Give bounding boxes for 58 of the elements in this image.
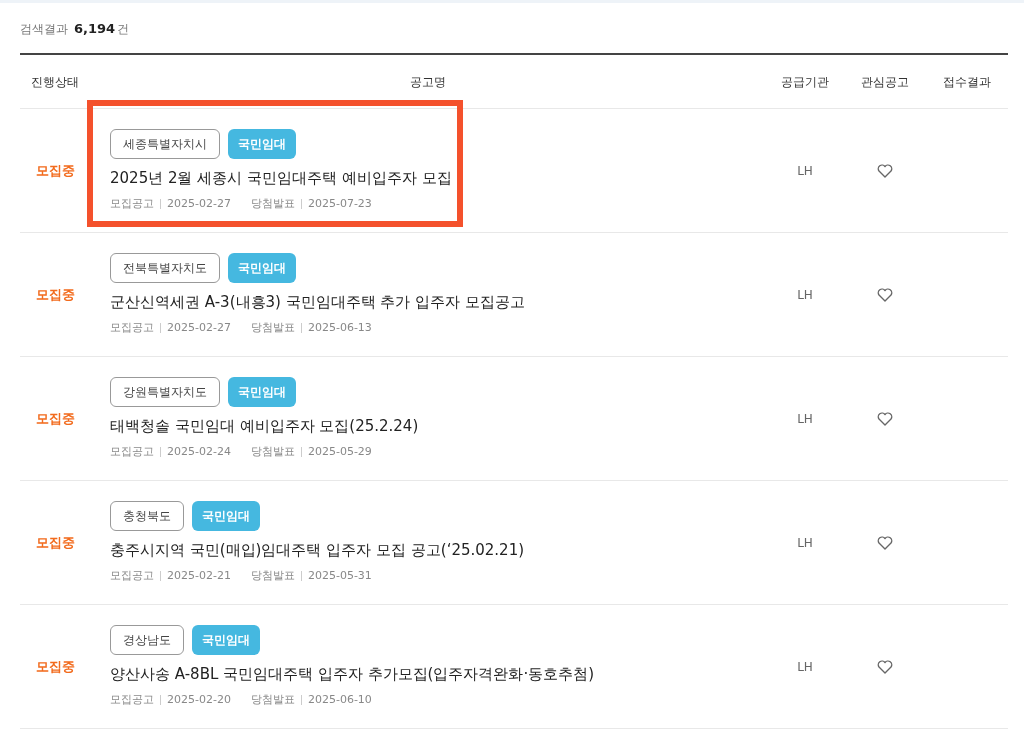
meta-label: 모집공고 <box>110 195 154 212</box>
column-header: 공고명 <box>409 73 446 91</box>
notice-title-link[interactable]: 태백청솔 국민임대 예비입주자 모집(25.2.24) <box>110 415 419 438</box>
meta-label: 모집공고 <box>110 443 154 460</box>
heart-icon[interactable] <box>877 163 893 178</box>
status-text: 모집중 <box>35 285 75 304</box>
column-header: 진행상태 <box>31 73 79 91</box>
notice-title-link[interactable]: 충주시지역 국민(매입)임대주택 입주자 모집 공고(‘25.02.21) <box>110 539 525 562</box>
meta-date: 2025-05-31 <box>307 567 372 584</box>
column-header: 관심공고 <box>861 73 909 91</box>
meta-date: 2025-02-27 <box>167 319 231 336</box>
status-text: 모집중 <box>35 161 75 180</box>
supplier-text: LH <box>797 534 813 552</box>
status-text: 모집중 <box>35 533 75 552</box>
meta-date: 2025-06-13 <box>307 319 372 336</box>
region-tag: 경상남도 <box>110 625 184 655</box>
meta-label: 모집공고 <box>110 691 154 708</box>
supplier-text: LH <box>797 286 813 304</box>
column-header: 공급기관 <box>781 73 829 91</box>
meta-date: 2025-02-21 <box>167 567 231 584</box>
meta-date: 2025-05-29 <box>307 443 372 460</box>
meta-label: 모집공고 <box>110 567 154 584</box>
column-header: 접수결과 <box>942 73 991 91</box>
supplier-text: LH <box>797 162 813 180</box>
notice-title-link[interactable]: 양산사송 A-8BL 국민임대주택 입주자 추가모집(입주자격완화·동호추첨) <box>110 663 595 686</box>
notice-title-link[interactable]: 군산신역세권 A-3(내흥3) 국민임대주택 추가 입주자 모집공고 <box>110 291 525 314</box>
type-tag: 국민임대 <box>192 625 260 655</box>
meta-date: 2025-02-27 <box>167 195 231 212</box>
result-count: 6,194 <box>74 20 116 38</box>
meta-date: 2025-07-23 <box>307 195 372 212</box>
result-unit: 건 <box>117 21 130 38</box>
meta-label: 당첨발표 <box>250 319 295 336</box>
supplier-text: LH <box>797 658 813 676</box>
status-text: 모집중 <box>35 657 75 676</box>
heart-icon[interactable] <box>877 411 893 426</box>
region-tag: 세종특별자치시 <box>110 129 220 159</box>
type-tag: 국민임대 <box>228 253 296 283</box>
type-tag: 국민임대 <box>228 377 296 407</box>
heart-icon[interactable] <box>877 535 893 550</box>
meta-date: 2025-02-20 <box>167 691 231 708</box>
region-tag: 전북특별자치도 <box>110 253 220 283</box>
result-label: 검색결과 <box>20 21 68 38</box>
type-tag: 국민임대 <box>192 501 260 531</box>
heart-icon[interactable] <box>877 287 893 302</box>
meta-label: 당첨발표 <box>250 195 295 212</box>
meta-label: 모집공고 <box>110 319 154 336</box>
meta-label: 당첨발표 <box>250 567 295 584</box>
type-tag: 국민임대 <box>228 129 296 159</box>
meta-date: 2025-06-10 <box>307 691 372 708</box>
notice-title-link[interactable]: 2025년 2월 세종시 국민임대주택 예비입주자 모집 <box>110 167 452 190</box>
meta-date: 2025-02-24 <box>167 443 231 460</box>
supplier-text: LH <box>797 410 813 428</box>
meta-label: 당첨발표 <box>250 691 295 708</box>
status-text: 모집중 <box>35 409 75 428</box>
heart-icon[interactable] <box>877 659 893 674</box>
region-tag: 충청북도 <box>110 501 184 531</box>
meta-label: 당첨발표 <box>250 443 295 460</box>
region-tag: 강원특별자치도 <box>110 377 220 407</box>
